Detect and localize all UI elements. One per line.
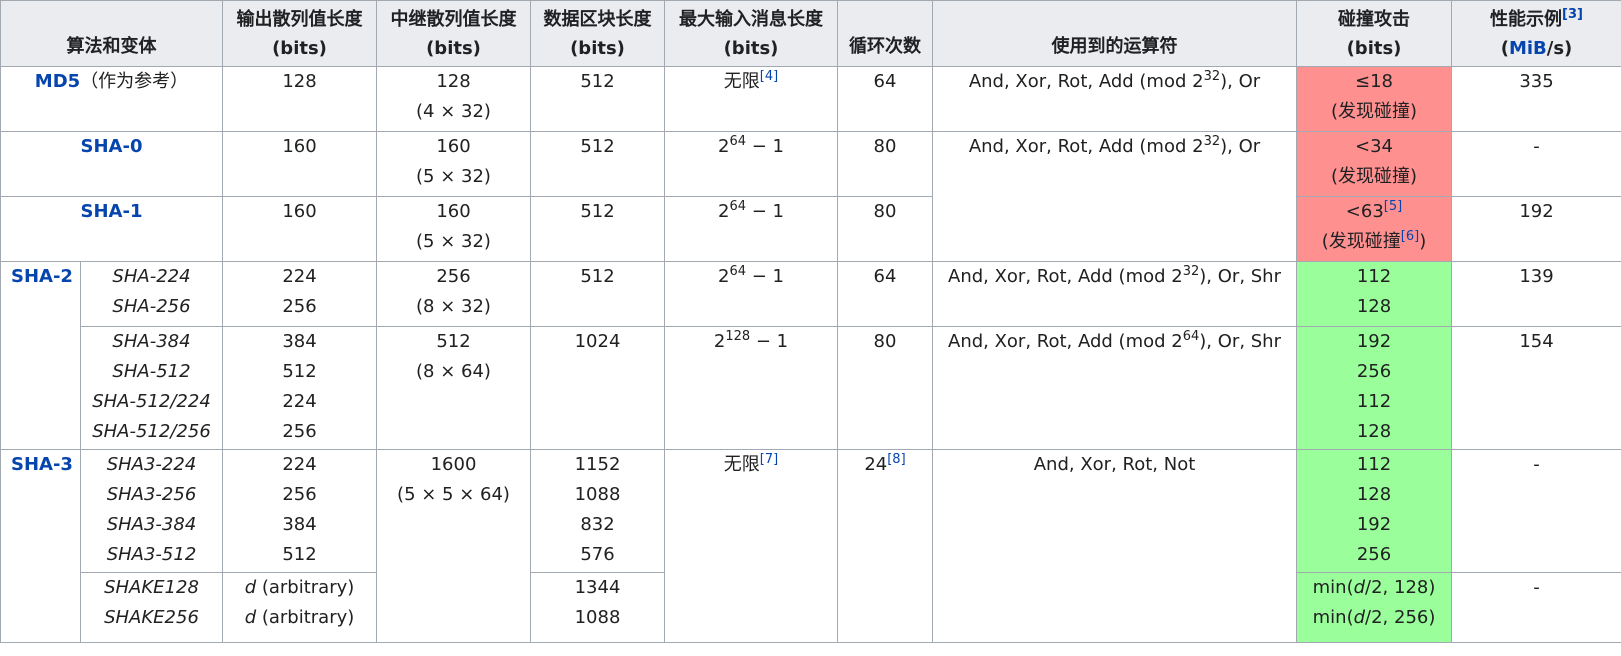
header-rounds: 循环次数	[837, 0, 933, 67]
sha3a-performance: -	[1451, 449, 1621, 573]
sha0-collision: <34 (发现碰撞)	[1296, 131, 1452, 197]
ref-5-link[interactable]: [5]	[1384, 199, 1402, 214]
sha2a-rounds: 64	[837, 261, 933, 327]
shake-block: 1344 1088	[530, 572, 665, 643]
header-output-size: 输出散列值长度 (bits)	[222, 0, 377, 67]
sha3-operations: And, Xor, Rot, Not	[932, 449, 1297, 643]
header-operations: 使用到的运算符	[932, 0, 1297, 67]
sha2b-performance: 154	[1451, 326, 1621, 450]
sha3a-collision: 112 128 192 256	[1296, 449, 1452, 573]
sha3-family-cell: SHA-3	[0, 449, 81, 643]
sha2b-internal: 512 (8 × 64)	[376, 326, 531, 450]
sha2a-performance: 139	[1451, 261, 1621, 327]
sha2a-collision: 112 128	[1296, 261, 1452, 327]
md5-maxmsg: 无限[4]	[664, 66, 838, 132]
shake-collision: min(d/2, 128) min(d/2, 256)	[1296, 572, 1452, 643]
header-performance: 性能示例[3] (MiB/s)	[1451, 0, 1621, 67]
sha2a-block: 512	[530, 261, 665, 327]
sha2b-variants: SHA-384 SHA-512 SHA-512/224 SHA-512/256	[80, 326, 223, 450]
sha2b-rounds: 80	[837, 326, 933, 450]
md5-name-cell: MD5（作为参考）	[0, 66, 223, 132]
md5-operations: And, Xor, Rot, Add (mod 232), Or	[932, 66, 1297, 132]
sha0-performance: -	[1451, 131, 1621, 197]
ref-4-link[interactable]: [4]	[760, 69, 778, 84]
sha1-collision: <63[5] (发现碰撞[6])	[1296, 196, 1452, 262]
sha2a-output: 224 256	[222, 261, 377, 327]
table-row: SHA-3 SHA3-224 SHA3-256 SHA3-384 SHA3-512 2…	[0, 449, 1621, 643]
ref-7-link[interactable]: [7]	[760, 452, 778, 467]
sha3-maxmsg: 无限[7]	[664, 449, 838, 643]
sha1-internal: 160 (5 × 32)	[376, 196, 531, 262]
sha2b-output: 384 512 224 256	[222, 326, 377, 450]
table-row: MD5（作为参考） 128 128 (4 × 32) 512 无限[4] 64 A…	[0, 66, 1621, 132]
sha0-sha1-operations: And, Xor, Rot, Add (mod 232), Or	[932, 131, 1297, 262]
header-block-size: 数据区块长度 (bits)	[530, 0, 665, 67]
sha1-block: 512	[530, 196, 665, 262]
sha2a-operations: And, Xor, Rot, Add (mod 232), Or, Shr	[932, 261, 1297, 327]
table-row: SHA-1 160 160 (5 × 32) 512 264 − 1 80 <63…	[0, 196, 1621, 262]
md5-internal: 128 (4 × 32)	[376, 66, 531, 132]
header-max-message: 最大输入消息长度 (bits)	[664, 0, 838, 67]
md5-performance: 335	[1451, 66, 1621, 132]
shake-variants: SHAKE128 SHAKE256	[80, 572, 223, 643]
header-row: 算法和变体 输出散列值长度 (bits) 中继散列值长度 (bits) 数据区块…	[0, 0, 1621, 67]
sha2a-variants: SHA-224 SHA-256	[80, 261, 223, 327]
sha0-name-cell: SHA-0	[0, 131, 223, 197]
table-row: SHA-0 160 160 (5 × 32) 512 264 − 1 80 And…	[0, 131, 1621, 262]
sha1-link[interactable]: SHA-1	[81, 201, 143, 222]
hash-comparison-table: 算法和变体 输出散列值长度 (bits) 中继散列值长度 (bits) 数据区块…	[0, 0, 1621, 643]
ref-8-link[interactable]: [8]	[887, 452, 905, 467]
sha3-internal: 1600 (5 × 5 × 64)	[376, 449, 531, 643]
table-row: SHA-384 SHA-512 SHA-512/224 SHA-512/256 384…	[1, 326, 1621, 450]
md5-link[interactable]: MD5	[35, 71, 80, 92]
sha2b-block: 1024	[530, 326, 665, 450]
sha3-link[interactable]: SHA-3	[11, 454, 73, 475]
sha1-name-cell: SHA-1	[0, 196, 223, 262]
sha1-output: 160	[222, 196, 377, 262]
sha0-block: 512	[530, 131, 665, 197]
header-variant: 算法和变体	[0, 0, 223, 67]
mib-link[interactable]: MiB	[1509, 38, 1547, 59]
shake-performance: -	[1451, 572, 1621, 643]
sha0-link[interactable]: SHA-0	[81, 136, 143, 157]
md5-block: 512	[530, 66, 665, 132]
sha3a-output: 224 256 384 512	[222, 449, 377, 573]
sha1-rounds: 80	[837, 196, 933, 262]
sha2-family-cell: SHA-2	[0, 261, 81, 450]
sha1-maxmsg: 264 − 1	[664, 196, 838, 262]
sha2b-maxmsg: 2128 − 1	[664, 326, 838, 450]
sha2a-maxmsg: 264 − 1	[664, 261, 838, 327]
perf-ref-link[interactable]: [3]	[1562, 7, 1583, 22]
header-collision: 碰撞攻击 (bits)	[1296, 0, 1452, 67]
sha2-link[interactable]: SHA-2	[11, 266, 73, 287]
header-internal-state: 中继散列值长度 (bits)	[376, 0, 531, 67]
sha0-maxmsg: 264 − 1	[664, 131, 838, 197]
sha2b-collision: 192 256 112 128	[1296, 326, 1452, 450]
md5-collision: ≤18 (发现碰撞)	[1296, 66, 1452, 132]
table-row: SHA-2 SHA-224 SHA-256 224 256 256 (8 × 32) …	[0, 261, 1621, 450]
md5-rounds: 64	[837, 66, 933, 132]
sha0-output: 160	[222, 131, 377, 197]
sha2b-operations: And, Xor, Rot, Add (mod 264), Or, Shr	[932, 326, 1297, 450]
sha0-rounds: 80	[837, 131, 933, 197]
sha1-performance: 192	[1451, 196, 1621, 262]
sha0-internal: 160 (5 × 32)	[376, 131, 531, 197]
shake-output: d (arbitrary) d (arbitrary)	[222, 572, 377, 643]
sha3a-variants: SHA3-224 SHA3-256 SHA3-384 SHA3-512	[80, 449, 223, 573]
ref-6-link[interactable]: [6]	[1401, 229, 1419, 244]
sha2a-internal: 256 (8 × 32)	[376, 261, 531, 327]
sha3a-block: 1152 1088 832 576	[530, 449, 665, 573]
sha3-rounds: 24[8]	[837, 449, 933, 643]
md5-output: 128	[222, 66, 377, 132]
